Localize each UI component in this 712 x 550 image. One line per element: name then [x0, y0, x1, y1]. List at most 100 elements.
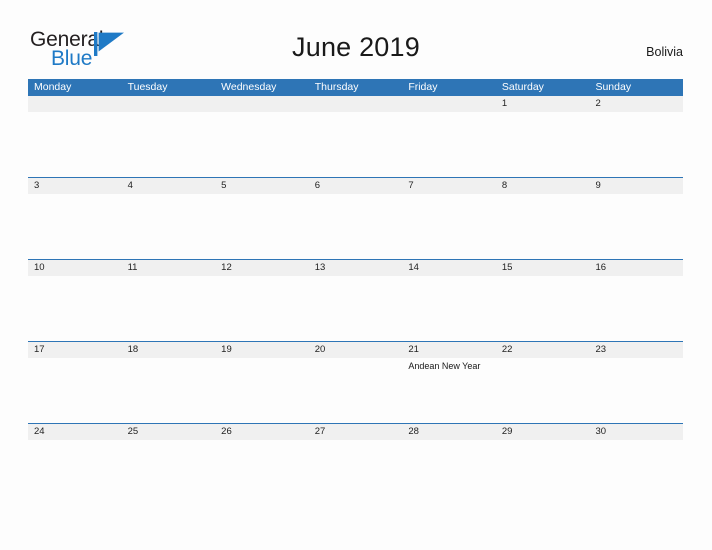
day-number[interactable]: 23	[589, 342, 683, 358]
day-number[interactable]: 13	[309, 260, 403, 276]
day-cell[interactable]	[28, 194, 122, 259]
day-cell[interactable]	[402, 194, 496, 259]
day-cell	[28, 112, 122, 177]
day-number[interactable]: 15	[496, 260, 590, 276]
day-cell[interactable]	[215, 276, 309, 341]
date-number-band: 12	[28, 96, 683, 112]
day-cell[interactable]	[309, 194, 403, 259]
weekday-header-row: Monday Tuesday Wednesday Thursday Friday Satu…	[28, 79, 683, 96]
event-band: Andean New Year	[28, 358, 683, 423]
event-band	[28, 276, 683, 341]
event-band	[28, 440, 683, 505]
day-number[interactable]: 2	[589, 96, 683, 112]
region-label: Bolivia	[646, 45, 683, 59]
day-number[interactable]: 3	[28, 178, 122, 194]
day-cell[interactable]	[122, 358, 216, 423]
day-number[interactable]: 21	[402, 342, 496, 358]
day-cell[interactable]	[589, 358, 683, 423]
day-cell[interactable]	[496, 358, 590, 423]
day-number[interactable]: 24	[28, 424, 122, 440]
day-number[interactable]: 20	[309, 342, 403, 358]
week-rows: 1 2 3 4 5 6 7 8 9 10 11 12 13 14 15 16 17 18 19 20 21 22 23 And…	[28, 96, 683, 505]
day-cell	[402, 112, 496, 177]
day-cell[interactable]	[589, 112, 683, 177]
day-number-empty	[309, 96, 403, 112]
day-cell[interactable]	[402, 440, 496, 505]
weekday-header-sunday: Sunday	[595, 81, 632, 93]
page-title: June 2019	[292, 32, 420, 62]
day-number[interactable]: 5	[215, 178, 309, 194]
day-cell[interactable]	[309, 276, 403, 341]
day-number[interactable]: 27	[309, 424, 403, 440]
day-cell[interactable]	[215, 440, 309, 505]
day-cell[interactable]	[215, 358, 309, 423]
day-cell[interactable]	[122, 194, 216, 259]
page-header: General Blue June 2019 Bolivia	[0, 0, 712, 78]
day-cell[interactable]	[589, 194, 683, 259]
day-cell[interactable]	[122, 440, 216, 505]
day-number-empty	[28, 96, 122, 112]
day-number[interactable]: 10	[28, 260, 122, 276]
day-number-empty	[122, 96, 216, 112]
day-number[interactable]: 19	[215, 342, 309, 358]
day-number[interactable]: 29	[496, 424, 590, 440]
day-cell	[122, 112, 216, 177]
day-cell[interactable]: Andean New Year	[402, 358, 496, 423]
day-cell	[215, 112, 309, 177]
day-number[interactable]: 7	[402, 178, 496, 194]
day-cell[interactable]	[28, 440, 122, 505]
day-cell[interactable]	[28, 276, 122, 341]
week-row: 24 25 26 27 28 29 30	[28, 423, 683, 505]
day-cell	[309, 112, 403, 177]
event-band	[28, 112, 683, 177]
day-number[interactable]: 18	[122, 342, 216, 358]
day-number[interactable]: 11	[122, 260, 216, 276]
day-number[interactable]: 25	[122, 424, 216, 440]
day-number[interactable]: 6	[309, 178, 403, 194]
week-row: 3456789	[28, 177, 683, 259]
day-cell[interactable]	[309, 358, 403, 423]
day-cell[interactable]	[496, 276, 590, 341]
day-cell[interactable]	[496, 112, 590, 177]
week-row: 10 11 12 13 14 15 16	[28, 259, 683, 341]
weekday-header-tuesday: Tuesday	[127, 81, 168, 93]
holiday-label: Andean New Year	[408, 361, 481, 371]
day-number[interactable]: 9	[589, 178, 683, 194]
calendar-grid: Monday Tuesday Wednesday Thursday Friday Satu…	[28, 79, 683, 505]
day-number[interactable]: 28	[402, 424, 496, 440]
day-cell[interactable]	[589, 440, 683, 505]
day-number[interactable]: 22	[496, 342, 590, 358]
day-number[interactable]: 17	[28, 342, 122, 358]
weekday-header-wednesday: Wednesday	[221, 81, 277, 93]
day-cell[interactable]	[589, 276, 683, 341]
day-number[interactable]: 8	[496, 178, 590, 194]
weekday-header-monday: Monday	[34, 81, 72, 93]
event-band	[28, 194, 683, 259]
date-number-band: 3456789	[28, 178, 683, 194]
day-cell[interactable]	[496, 194, 590, 259]
date-number-band: 17 18 19 20 21 22 23	[28, 342, 683, 358]
weekday-header-thursday: Thursday	[314, 81, 359, 93]
day-number[interactable]: 1	[496, 96, 590, 112]
date-number-band: 10 11 12 13 14 15 16	[28, 260, 683, 276]
week-row: 12	[28, 96, 683, 177]
day-cell[interactable]	[215, 194, 309, 259]
day-number-empty	[215, 96, 309, 112]
day-number[interactable]: 12	[215, 260, 309, 276]
day-number[interactable]: 16	[589, 260, 683, 276]
day-cell[interactable]	[402, 276, 496, 341]
week-row: 17 18 19 20 21 22 23 Andean New Year	[28, 341, 683, 423]
day-cell[interactable]	[496, 440, 590, 505]
day-number[interactable]: 4	[122, 178, 216, 194]
day-number-empty	[402, 96, 496, 112]
day-number[interactable]: 30	[589, 424, 683, 440]
day-cell[interactable]	[28, 358, 122, 423]
weekday-header-saturday: Saturday	[501, 81, 544, 93]
day-cell[interactable]	[122, 276, 216, 341]
day-number[interactable]: 14	[402, 260, 496, 276]
day-number[interactable]: 26	[215, 424, 309, 440]
date-number-band: 24 25 26 27 28 29 30	[28, 424, 683, 440]
day-cell[interactable]	[309, 440, 403, 505]
calendar-page: General Blue June 2019 Bolivia Monday Tue…	[0, 0, 712, 550]
weekday-header-friday: Friday	[408, 81, 438, 93]
